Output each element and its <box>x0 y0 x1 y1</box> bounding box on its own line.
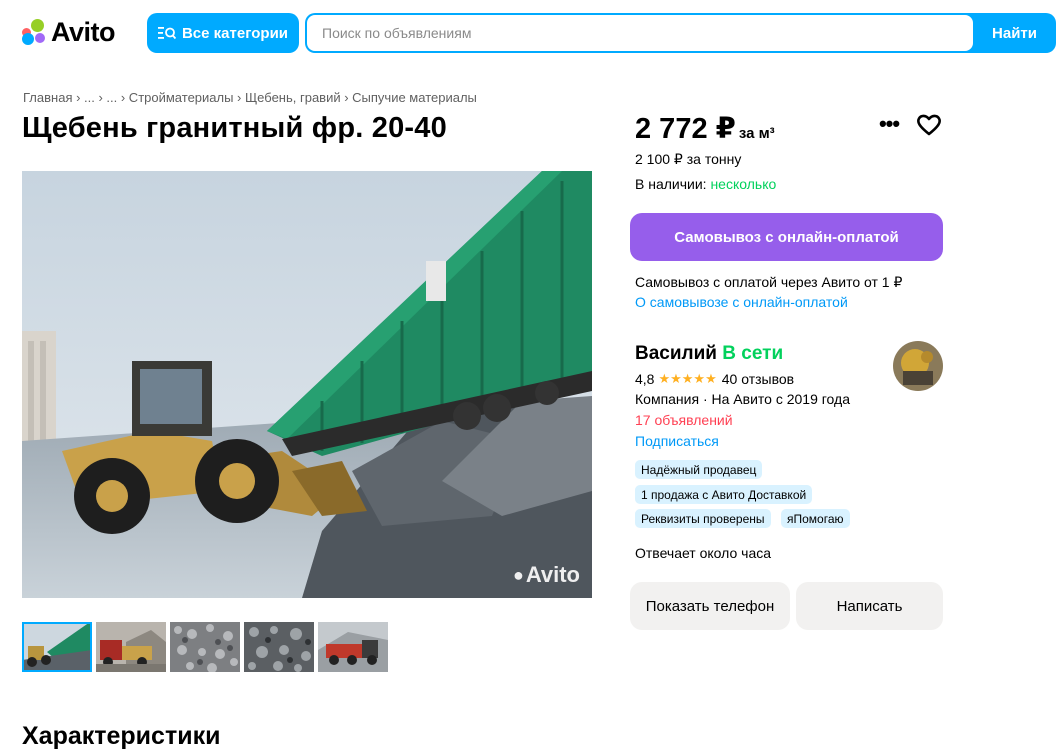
seller-name[interactable]: Василий В сети <box>635 343 783 365</box>
write-message-button[interactable]: Написать <box>796 582 943 630</box>
watermark-dots-icon: ● <box>512 564 524 585</box>
favorite-heart-icon[interactable] <box>916 113 942 137</box>
main-photo[interactable]: ● Avito <box>22 171 592 598</box>
response-time: Отвечает около часа <box>635 545 772 561</box>
availability-label: В наличии: <box>635 176 707 192</box>
thumbnail-5[interactable] <box>318 622 388 672</box>
find-button[interactable]: Найти <box>973 13 1056 53</box>
search-bar: Найти <box>305 13 1056 53</box>
show-phone-button[interactable]: Показать телефон <box>630 582 790 630</box>
availability-value: несколько <box>710 176 777 192</box>
thumbnail-2[interactable] <box>96 622 166 672</box>
logo-dots-icon <box>22 19 48 45</box>
search-input[interactable] <box>307 15 973 51</box>
thumbnail-1[interactable] <box>22 622 92 672</box>
breadcrumb[interactable]: Главная › ... › ... › Стройматериалы › Щ… <box>23 90 477 105</box>
price-unit: за м³ <box>738 125 775 142</box>
seller-ads-link[interactable]: 17 объявлений <box>635 412 733 428</box>
reviews-count: 40 отзывов <box>721 371 795 387</box>
badge-details-verified: Реквизиты проверены <box>635 509 771 528</box>
badge-reliable-seller: Надёжный продавец <box>635 460 763 479</box>
thumbnail-4[interactable] <box>244 622 314 672</box>
thumbnail-strip <box>22 622 388 672</box>
avito-logo[interactable]: Avito <box>22 17 126 47</box>
price-per-ton: 2 100 ₽ за тонну <box>635 151 742 167</box>
rating-stars-icon: ★★★★★ <box>658 371 717 386</box>
availability: В наличии: несколько <box>635 176 776 192</box>
seller-rating[interactable]: 4,8 ★★★★★ 40 отзывов <box>635 371 794 387</box>
page-title: Щебень гранитный фр. 20-40 <box>22 112 447 144</box>
watermark-text: Avito <box>525 562 580 587</box>
categories-search-icon <box>157 27 176 40</box>
characteristics-heading: Характеристики <box>22 722 221 750</box>
price-amount: 2 772 ₽ <box>635 113 736 145</box>
pickup-description: Самовывоз с оплатой через Авито от 1 ₽ <box>635 274 903 290</box>
seller-name-text: Василий <box>635 343 717 364</box>
all-categories-label: Все категории <box>181 24 289 42</box>
price: 2 772 ₽ за м³ <box>635 111 775 146</box>
pickup-info-link[interactable]: О самовывозе с онлайн-оплатой <box>635 294 848 310</box>
thumbnail-3[interactable] <box>170 622 240 672</box>
photo-watermark: ● Avito <box>513 562 580 588</box>
seller-online-status: В сети <box>722 343 784 364</box>
badge-ya-pomogayu: яПомогаю <box>781 509 850 528</box>
seller-company-info: Компания · На Авито с 2019 года <box>635 391 850 407</box>
seller-avatar[interactable] <box>893 341 943 391</box>
all-categories-button[interactable]: Все категории <box>147 13 299 53</box>
badge-avito-delivery: 1 продажа с Авито Доставкой <box>635 485 813 504</box>
more-options-icon[interactable]: ••• <box>877 111 901 136</box>
subscribe-link[interactable]: Подписаться <box>635 433 719 449</box>
logo-text: Avito <box>51 16 116 47</box>
rating-value: 4,8 <box>635 371 655 387</box>
pickup-online-payment-button[interactable]: Самовывоз с онлайн-оплатой <box>630 213 943 261</box>
